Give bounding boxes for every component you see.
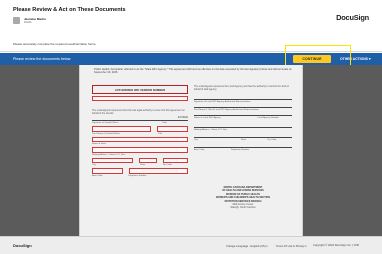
local-city-label: City [194,139,198,141]
vendor-number-title: AUTHORIZED WIC VENDOR NUMBER [92,85,188,94]
vendor-zip-label: Zip Code [162,164,172,166]
local-agency-section: The undersigned represents the Local Age… [194,85,292,151]
local-name-line [194,103,292,108]
vendor-city-label: City [92,164,96,166]
vendor-date-label: Date [162,122,167,124]
agency-sub-line: Raleigh, North Carolina [230,206,256,210]
document-page: Public Health, hereinafter referred to a… [79,65,303,236]
store-name-label: Name of Store [92,143,107,145]
footer-docusign-logo: DocuSign [13,243,32,248]
vendor-address-field[interactable] [92,147,188,153]
store-name-field[interactable] [92,136,188,142]
vendor-signature-label: Signature of Vendor/Officer [92,122,119,124]
vendor-name-label: Print Name of Vendor/Officer [92,132,120,135]
page-footer: DocuSign Change Language - English (US) … [0,236,382,254]
sender-org: DHHS [24,21,32,24]
vendor-area-code-label: Area Code [92,174,103,177]
vendor-address-label: Mailing Address - Street, P.O. Box [92,153,125,156]
local-agency-number-label: Local Agency Number [257,117,279,119]
local-agency-name-label: Name of Local WIC Agency [194,117,221,119]
local-address-line [194,123,292,128]
copyright-text: Copyright © 2022 DocuSign Inc. | V2R [313,243,359,247]
local-phone-label: Telephone Number [230,149,250,151]
vendor-number-field[interactable] [92,95,188,101]
local-area-code-label: Area Code [194,149,205,151]
docusign-logo: DocuSign [336,13,369,22]
change-language-link[interactable]: Change Language - English (US) ▾ [226,244,268,248]
local-agency-authority-text: The undersigned represents the Local Age… [194,85,290,91]
local-state-label: State [240,139,247,141]
page-title: Please Review & Act on These Documents [13,7,126,13]
review-message: Please review the documents below. [13,56,72,61]
vendor-title-label: Title [158,132,163,135]
sender-message: Please accurately complete the required … [13,42,97,46]
agency-address-block: NORTH CAROLINA DEPARTMENT OF HEALTH AND … [194,186,292,210]
terms-privacy-link[interactable]: Terms Of Use & Privacy ▾ [276,244,307,248]
document-intro-text: Public Health, hereinafter referred to a… [94,68,292,75]
sender-avatar-icon [13,17,20,24]
document-viewer[interactable]: Public Health, hereinafter referred to a… [0,65,382,236]
local-zip-label: Zip Code [267,139,277,141]
vendor-state-label: State [140,164,146,166]
vendor-phone-label: Telephone Number [128,174,147,177]
vendor-authority-text: The undersigned represents that s/he has… [92,109,185,115]
local-address-label: Mailing Address - Street, P.O. Box [194,129,227,131]
local-signature-line [194,95,292,100]
vendor-signature-section: AUTHORIZED WIC VENDOR NUMBER The undersi… [92,85,188,177]
